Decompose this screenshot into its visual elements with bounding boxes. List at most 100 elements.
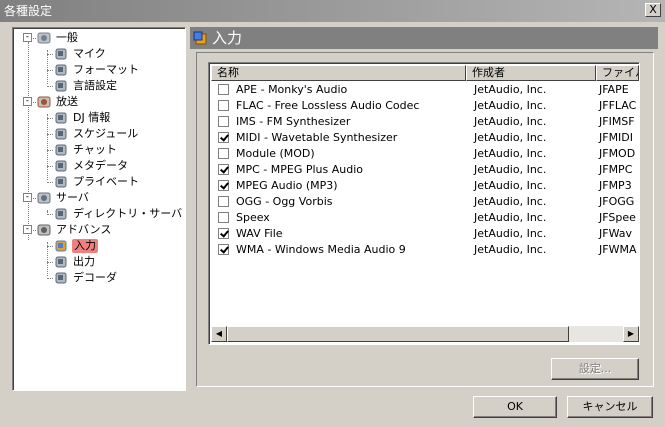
tree-item-icon: [53, 78, 69, 94]
list-item[interactable]: FLAC - Free Lossless Audio Codec JetAudio…: [211, 97, 639, 113]
list-item[interactable]: APE - Monky's Audio JetAudio, Inc. JFAPE: [211, 81, 639, 97]
enable-checkbox[interactable]: [218, 211, 229, 223]
tree-connector: [28, 42, 29, 240]
tree-item-3-0[interactable]: 入力: [53, 238, 98, 254]
tree-item-0-1[interactable]: フォーマット: [53, 62, 140, 78]
plugin-name: WAV File: [236, 226, 283, 240]
folder-icon: [36, 94, 52, 110]
tree-group-1[interactable]: - 放送: [23, 94, 79, 110]
tree-connector: [33, 230, 36, 231]
plugin-file: JFMIDI: [599, 130, 634, 144]
close-button[interactable]: X: [645, 3, 661, 17]
tree-item-1-4[interactable]: プライベート: [53, 174, 140, 190]
enable-checkbox[interactable]: [218, 195, 229, 207]
enable-checkbox[interactable]: [218, 131, 229, 143]
tree-item-icon: [53, 270, 69, 286]
tree-connector: [33, 102, 36, 103]
plugin-author: JetAudio, Inc.: [474, 146, 547, 160]
tree-group-0[interactable]: - 一般: [23, 30, 79, 46]
tree-item-icon: [53, 174, 69, 190]
tree-item-3-1[interactable]: 出力: [53, 254, 96, 270]
tree-item-label: フォーマット: [73, 63, 139, 76]
settings-button[interactable]: 設定...: [551, 358, 639, 380]
list-item[interactable]: IMS - FM Synthesizer JetAudio, Inc. JFIMSF: [211, 113, 639, 129]
plugin-name: IMS - FM Synthesizer: [236, 114, 351, 128]
plugin-name: FLAC - Free Lossless Audio Codec: [236, 98, 420, 112]
collapse-icon[interactable]: -: [23, 193, 32, 202]
plugin-author: JetAudio, Inc.: [474, 210, 547, 224]
tree-item-0-0[interactable]: マイク: [53, 46, 107, 62]
enable-checkbox[interactable]: [218, 179, 229, 191]
window-title: 各種設定: [4, 4, 53, 18]
column-name[interactable]: 名称: [211, 65, 466, 81]
tree-group-label: サーバ: [56, 191, 89, 204]
tree-item-2-0[interactable]: ディレクトリ・サーバ: [53, 206, 183, 222]
plugin-name: MIDI - Wavetable Synthesizer: [236, 130, 398, 144]
tree-item-label-selected: 入力: [72, 239, 98, 253]
column-author[interactable]: 作成者: [466, 65, 596, 81]
list-item[interactable]: MIDI - Wavetable Synthesizer JetAudio, In…: [211, 129, 639, 145]
list-item[interactable]: WMA - Windows Media Audio 9 JetAudio, Inc…: [211, 241, 639, 257]
list-item[interactable]: OGG - Ogg Vorbis JetAudio, Inc. JFOGG: [211, 193, 639, 209]
enable-checkbox[interactable]: [218, 115, 229, 127]
ok-button[interactable]: OK: [473, 396, 557, 418]
tree-item-label: デコーダ: [73, 271, 117, 284]
tree-connector: [47, 210, 48, 212]
tree-item-icon: [53, 126, 69, 142]
panel-header: 入力: [190, 27, 658, 49]
enable-checkbox[interactable]: [218, 227, 229, 239]
tree-item-1-3[interactable]: メタデータ: [53, 158, 129, 174]
enable-checkbox[interactable]: [218, 83, 229, 95]
list-item[interactable]: WAV File JetAudio, Inc. JFWav: [211, 225, 639, 241]
tree-connector: [47, 50, 48, 84]
tree-item-1-0[interactable]: DJ 情報: [53, 110, 111, 126]
list-item[interactable]: Speex JetAudio, Inc. JFSpee: [211, 209, 639, 225]
tree-item-1-1[interactable]: スケジュール: [53, 126, 139, 142]
plugin-list[interactable]: 名称 作成者 ファイル APE - Monky's Audio JetAudio,…: [208, 62, 640, 345]
settings-tree[interactable]: - 一般 マイクフォーマット 言語設定 - 放送 DJ 情報 スケジュール チャットメタデータプ…: [12, 27, 186, 391]
tree-item-3-2[interactable]: デコーダ: [53, 270, 118, 286]
tree-item-label: ディレクトリ・サーバ: [73, 207, 183, 220]
enable-checkbox[interactable]: [218, 163, 229, 175]
tree-item-0-2[interactable]: 言語設定: [53, 78, 118, 94]
list-item[interactable]: MPEG Audio (MP3) JetAudio, Inc. JFMP3: [211, 177, 639, 193]
collapse-icon[interactable]: -: [23, 33, 32, 42]
scroll-thumb[interactable]: [227, 326, 569, 342]
plugin-author: JetAudio, Inc.: [474, 194, 547, 208]
folder-icon: [36, 30, 52, 46]
tree-group-3[interactable]: - アドバンス: [23, 222, 112, 238]
scroll-left-icon[interactable]: ◀: [211, 326, 227, 342]
tree-connector: [33, 38, 36, 39]
column-file[interactable]: ファイル: [596, 65, 639, 81]
tree-item-icon: [53, 206, 69, 222]
enable-checkbox[interactable]: [218, 99, 229, 111]
tree-item-1-2[interactable]: チャット: [53, 142, 118, 158]
plugin-author: JetAudio, Inc.: [474, 242, 547, 256]
list-item[interactable]: Module (MOD) JetAudio, Inc. JFMOD: [211, 145, 639, 161]
tree-item-label: チャット: [73, 143, 117, 156]
list-item[interactable]: MPC - MPEG Plus Audio JetAudio, Inc. JFMPC: [211, 161, 639, 177]
tree-item-label: 言語設定: [73, 79, 117, 92]
collapse-icon[interactable]: -: [23, 225, 32, 234]
cancel-button[interactable]: キャンセル: [567, 396, 653, 418]
tree-item-icon: [53, 254, 69, 270]
plugin-name: WMA - Windows Media Audio 9: [236, 242, 406, 256]
plugin-author: JetAudio, Inc.: [474, 82, 547, 96]
plugin-file: JFOGG: [599, 194, 635, 208]
plugin-author: JetAudio, Inc.: [474, 114, 547, 128]
plugin-file: JFWav: [599, 226, 632, 240]
collapse-icon[interactable]: -: [23, 97, 32, 106]
plugin-name: MPEG Audio (MP3): [236, 178, 338, 192]
tree-item-label: マイク: [73, 47, 106, 60]
horizontal-scrollbar[interactable]: ◀ ▶: [211, 326, 639, 342]
tree-item-icon: [53, 142, 69, 158]
tree-item-label: メタデータ: [73, 159, 128, 172]
plugin-name: MPC - MPEG Plus Audio: [236, 162, 364, 176]
folder-icon: [36, 222, 52, 238]
plugin-name: APE - Monky's Audio: [236, 82, 348, 96]
enable-checkbox[interactable]: [218, 243, 229, 255]
scroll-right-icon[interactable]: ▶: [623, 326, 639, 342]
enable-checkbox[interactable]: [218, 147, 229, 159]
tree-group-label: アドバンス: [56, 223, 112, 236]
plugin-file: JFWMA: [599, 242, 637, 256]
